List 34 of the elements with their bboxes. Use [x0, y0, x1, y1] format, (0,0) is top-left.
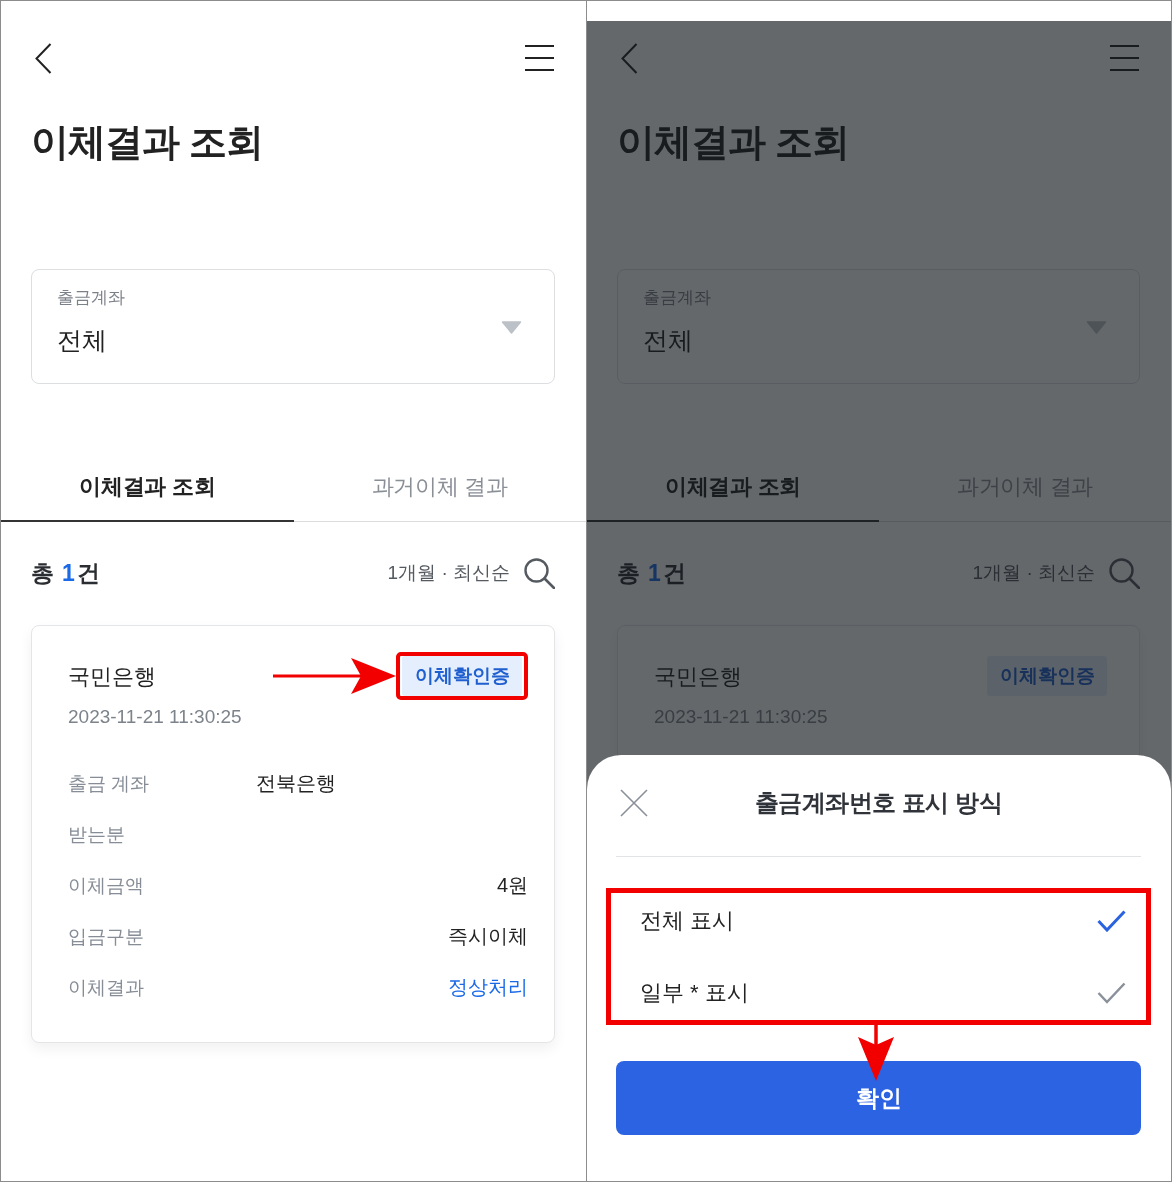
row-value: 4원: [496, 873, 528, 898]
sheet-title: 출금계좌번호 표시 방식: [754, 787, 1003, 818]
field-value: 전체: [57, 325, 108, 356]
display-option[interactable]: 전체 표시: [611, 893, 1146, 948]
row-label: 이체금액: [68, 873, 145, 898]
row-value: 정상처리: [448, 975, 528, 1000]
row-label: 입금구분: [68, 924, 145, 949]
display-option[interactable]: 일부 * 표시: [611, 965, 1146, 1020]
close-icon[interactable]: [620, 788, 648, 817]
transaction-datetime: 2023-11-21 11:30:25: [68, 705, 242, 729]
row-value: 전북은행: [256, 771, 336, 796]
confirm-button[interactable]: 확인: [616, 1061, 1141, 1135]
caret-icon: [501, 321, 522, 334]
bank-name: 국민은행: [68, 663, 157, 691]
result-count: 총 1건: [31, 558, 100, 588]
field-value: 전체: [643, 325, 694, 356]
search-icon[interactable]: [524, 557, 555, 589]
result-count: 총 1건: [617, 558, 686, 588]
tab[interactable]: 이체결과 조회: [587, 451, 879, 522]
certificate-button[interactable]: 이체확인증: [402, 656, 522, 696]
page-title: 이체결과 조회: [616, 120, 850, 165]
row-label: 받는분: [68, 822, 126, 847]
tab[interactable]: 이체결과 조회: [1, 451, 294, 522]
period-sort-filter[interactable]: 1개월 · 최신순: [387, 560, 510, 586]
back-icon[interactable]: [35, 42, 52, 74]
page-title: 이체결과 조회: [30, 120, 264, 165]
row-label: 이체결과: [68, 975, 145, 1000]
field-label: 출금계좌: [57, 287, 125, 309]
account-select[interactable]: 출금계좌 전체: [31, 269, 555, 384]
row-value: 즉시이체: [448, 924, 528, 949]
row-label: 출금 계좌: [68, 771, 151, 796]
menu-icon[interactable]: [525, 45, 554, 71]
tab[interactable]: 과거이체 결과: [293, 451, 586, 522]
bank-name: 국민은행: [654, 663, 743, 691]
